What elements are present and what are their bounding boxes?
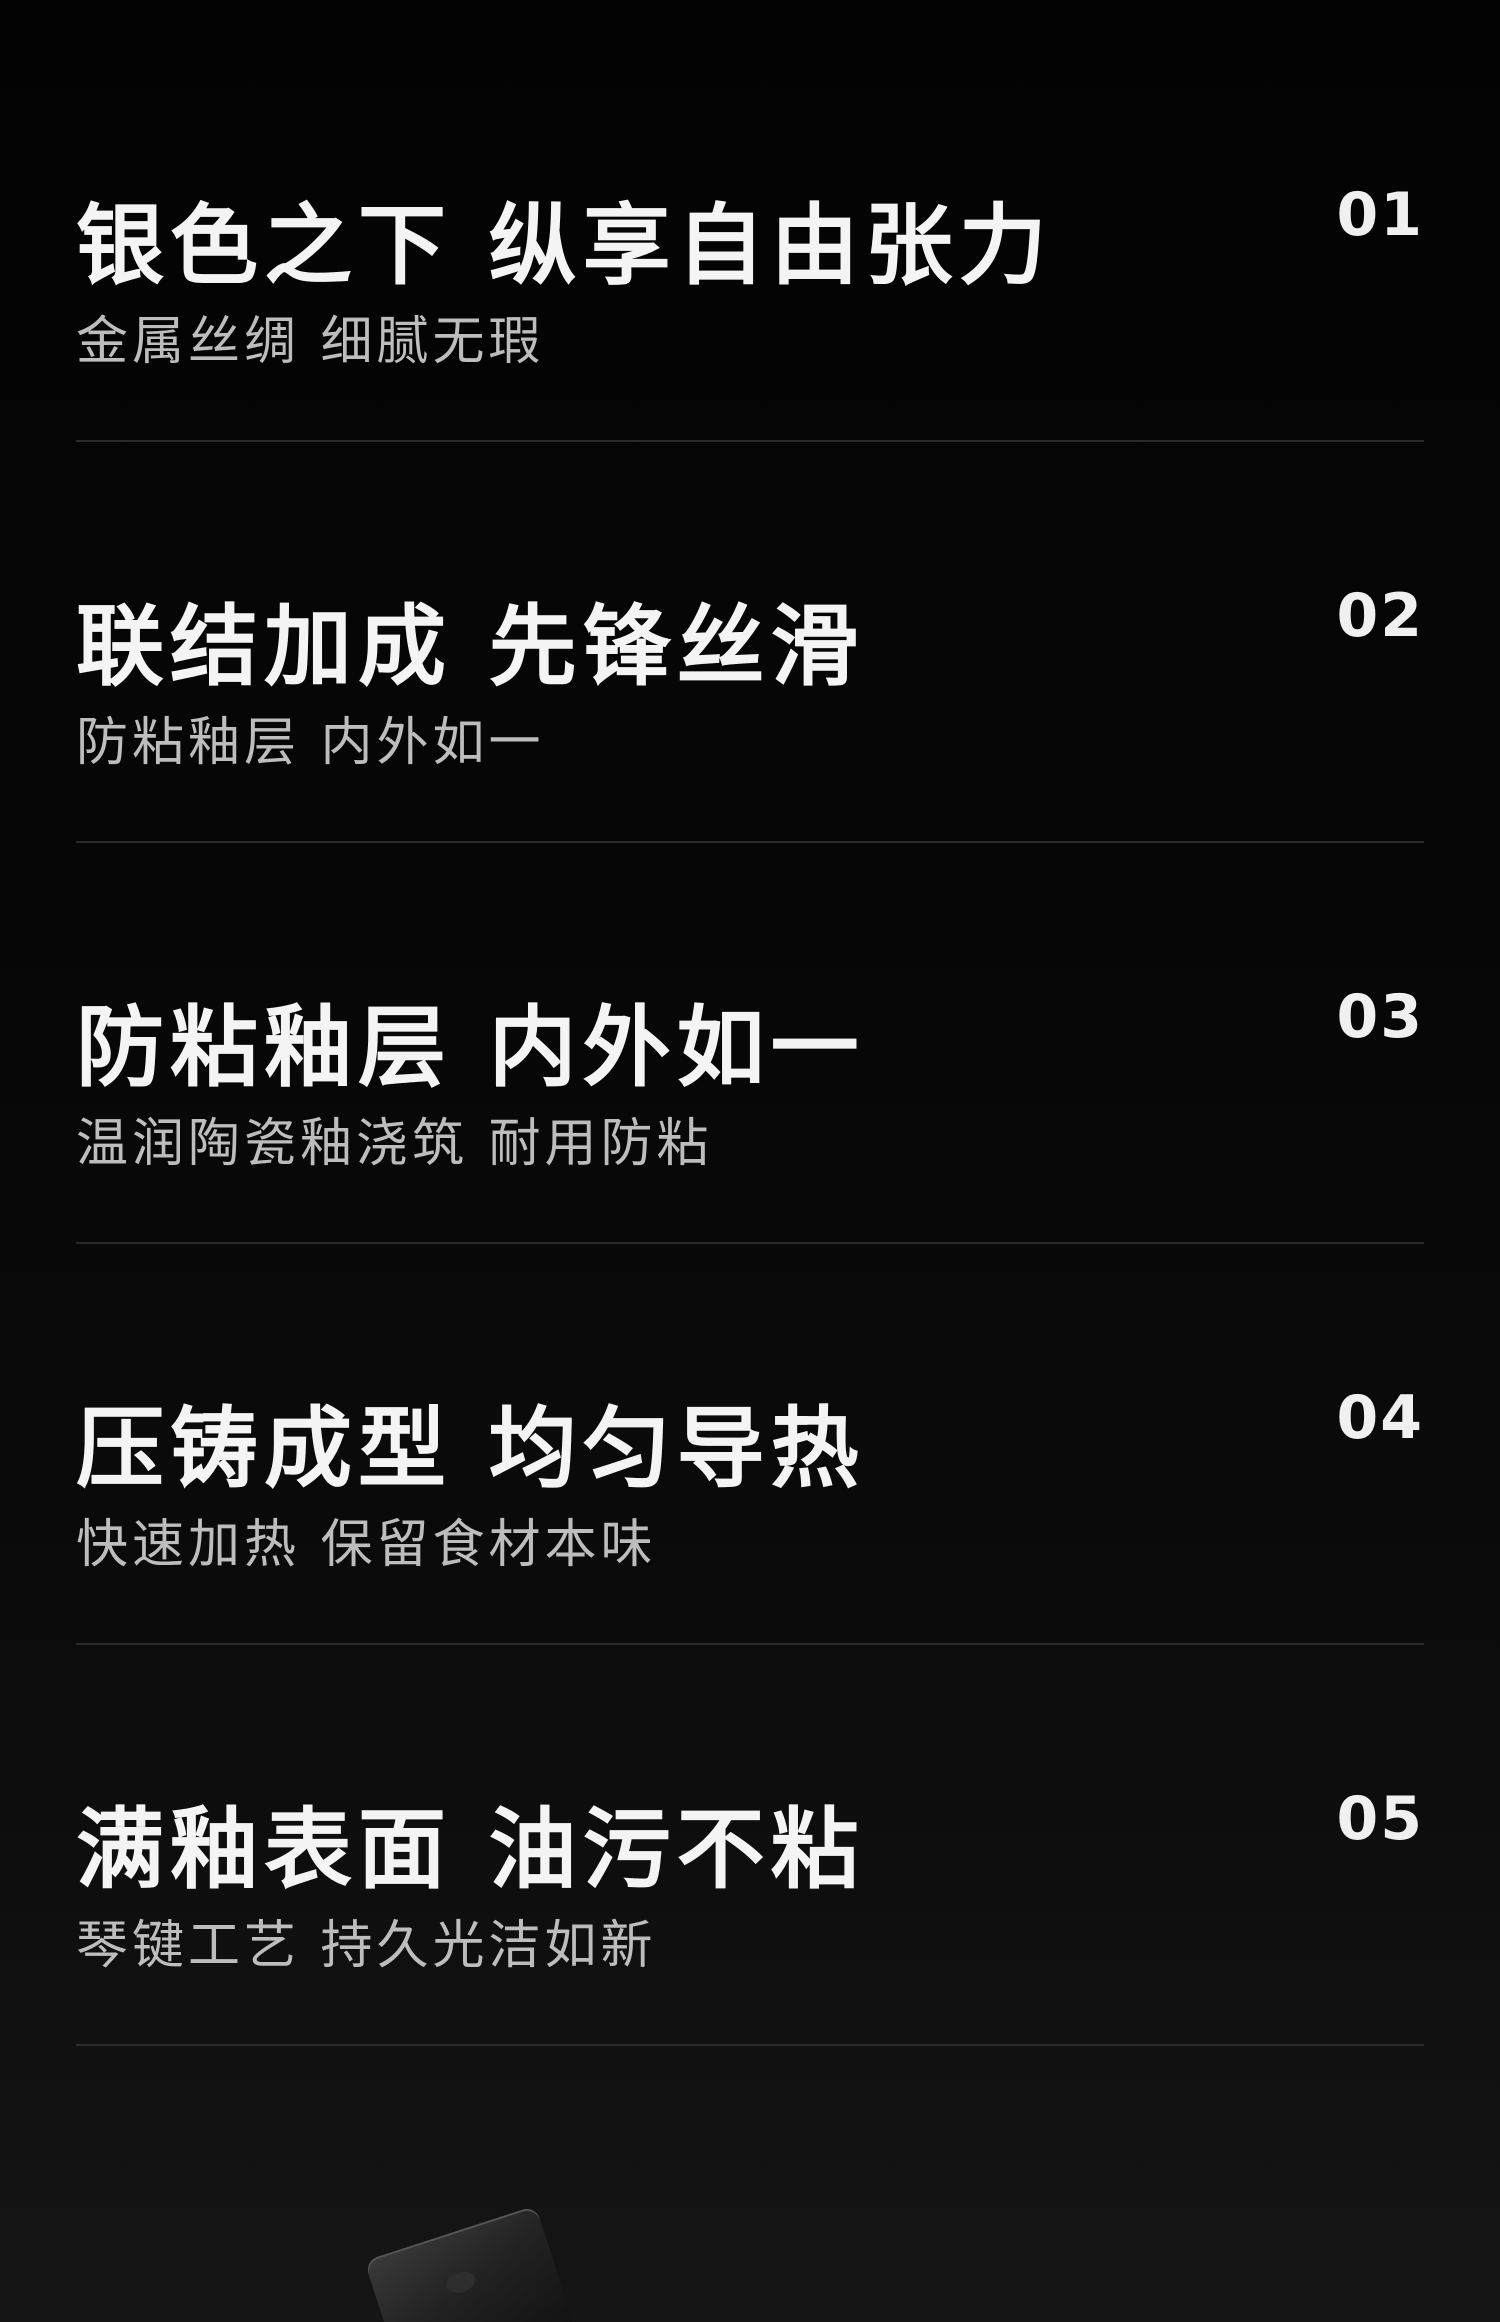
feature-title: 银色之下 纵享自由张力 xyxy=(76,194,1053,297)
feature-item: 压铸成型 均匀导热 快速加热 保留食材本味 04 xyxy=(76,1244,1424,1645)
feature-title: 联结加成 先锋丝滑 xyxy=(76,595,865,698)
feature-subtitle: 防粘釉层 内外如一 xyxy=(76,713,545,773)
feature-item: 满釉表面 油污不粘 琴键工艺 持久光洁如新 05 xyxy=(76,1645,1424,2046)
feature-subtitle: 琴键工艺 持久光洁如新 xyxy=(76,1916,657,1976)
feature-item: 联结加成 先锋丝滑 防粘釉层 内外如一 02 xyxy=(76,442,1424,843)
feature-number: 04 xyxy=(1336,1383,1424,1453)
feature-title: 满釉表面 油污不粘 xyxy=(76,1798,865,1901)
feature-title: 压铸成型 均匀导热 xyxy=(76,1397,865,1500)
product-image xyxy=(364,2205,576,2322)
feature-subtitle: 温润陶瓷釉浇筑 耐用防粘 xyxy=(76,1114,713,1174)
feature-number: 05 xyxy=(1336,1784,1424,1854)
feature-number: 02 xyxy=(1336,581,1424,651)
feature-title: 防粘釉层 内外如一 xyxy=(76,996,865,1099)
page: 银色之下 纵享自由张力 金属丝绸 细腻无瑕 01 联结加成 先锋丝滑 防粘釉层 … xyxy=(0,0,1500,2322)
feature-number: 03 xyxy=(1336,982,1424,1052)
feature-subtitle: 金属丝绸 细腻无瑕 xyxy=(76,312,545,372)
feature-subtitle: 快速加热 保留食材本味 xyxy=(76,1515,657,1575)
feature-item: 防粘釉层 内外如一 温润陶瓷釉浇筑 耐用防粘 03 xyxy=(76,843,1424,1244)
feature-list: 银色之下 纵享自由张力 金属丝绸 细腻无瑕 01 联结加成 先锋丝滑 防粘釉层 … xyxy=(76,0,1424,2046)
feature-item: 银色之下 纵享自由张力 金属丝绸 细腻无瑕 01 xyxy=(76,0,1424,442)
feature-number: 01 xyxy=(1336,180,1424,250)
